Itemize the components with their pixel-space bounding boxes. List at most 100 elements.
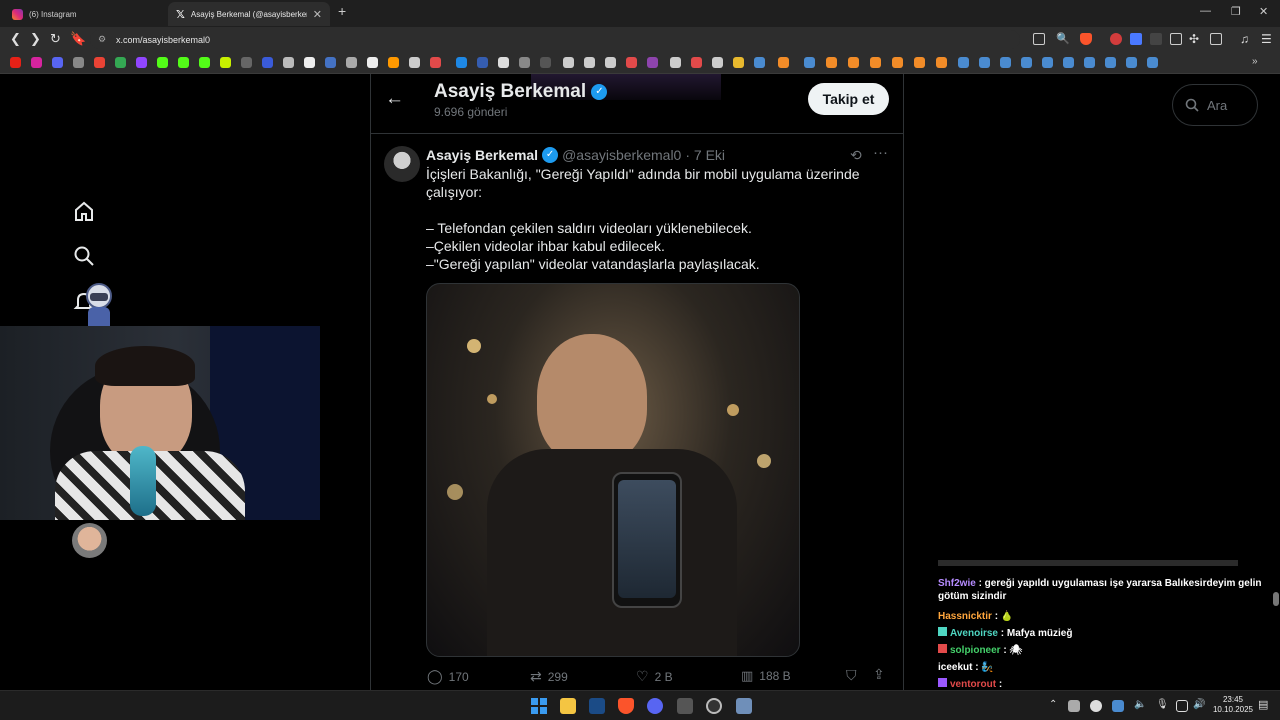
- speaker-icon[interactable]: 🔈: [1134, 699, 1146, 710]
- tweet-handle[interactable]: @asayisberkemal0: [562, 147, 681, 163]
- like-button[interactable]: ♡ 2 B: [636, 668, 673, 685]
- tray-overflow-icon[interactable]: ⌃: [1049, 699, 1057, 710]
- extensions-puzzle-icon[interactable]: ✣: [1189, 32, 1199, 46]
- tray-icon[interactable]: [1090, 700, 1102, 712]
- bookmark-icon[interactable]: [826, 57, 837, 68]
- reply-button[interactable]: ◯ 170: [427, 668, 469, 685]
- sidebar-icon[interactable]: [1210, 33, 1222, 45]
- x-bookmark-icon[interactable]: [304, 57, 315, 68]
- bookmark-icon[interactable]: [498, 57, 509, 68]
- steam-bookmark-icon[interactable]: [1084, 57, 1095, 68]
- tweet-image[interactable]: [426, 283, 800, 657]
- explore-search-icon[interactable]: [73, 245, 95, 267]
- bookmark-icon[interactable]: 🔖: [70, 32, 86, 46]
- bookmark-icon[interactable]: [477, 57, 488, 68]
- steam-bookmark-icon[interactable]: [1042, 57, 1053, 68]
- bookmark-icon[interactable]: [584, 57, 595, 68]
- brave-shield-icon[interactable]: [1080, 33, 1092, 45]
- bookmark-icon[interactable]: [283, 57, 294, 68]
- youtube-bookmark-icon[interactable]: [10, 57, 21, 68]
- network-icon[interactable]: [1176, 700, 1188, 712]
- obs-icon[interactable]: [706, 698, 722, 714]
- kick-bookmark-icon[interactable]: [199, 57, 210, 68]
- bookmark-icon[interactable]: [914, 57, 925, 68]
- brave-icon[interactable]: [618, 698, 634, 714]
- steam-tray-icon[interactable]: [1112, 700, 1124, 712]
- steam-bookmark-icon[interactable]: [754, 57, 765, 68]
- cast-icon[interactable]: [1033, 33, 1045, 45]
- home-icon[interactable]: [73, 200, 95, 222]
- more-options-icon[interactable]: ···: [873, 144, 888, 161]
- author-avatar[interactable]: [384, 146, 420, 182]
- extension-icon[interactable]: [1130, 33, 1142, 45]
- repost-button[interactable]: ⇄ 299: [530, 668, 568, 685]
- steam-bookmark-icon[interactable]: [1000, 57, 1011, 68]
- bookmark-icon[interactable]: [52, 57, 63, 68]
- extension-icon[interactable]: [1110, 33, 1122, 45]
- bookmark-icon[interactable]: [346, 57, 357, 68]
- steam-bookmark-icon[interactable]: [1126, 57, 1137, 68]
- zoom-icon[interactable]: 🔍: [1056, 32, 1070, 46]
- bookmark-icon[interactable]: [262, 57, 273, 68]
- new-tab-button[interactable]: +: [338, 3, 346, 19]
- steam-bookmark-icon[interactable]: [804, 57, 815, 68]
- twitch-bookmark-icon[interactable]: [136, 57, 147, 68]
- address-bar[interactable]: ⚙ x.com/asayisberkemal0: [90, 30, 1020, 49]
- views-button[interactable]: ▥ 188 B: [741, 668, 791, 684]
- back-arrow-icon[interactable]: ←: [385, 88, 404, 110]
- steam-bookmark-icon[interactable]: [1147, 57, 1158, 68]
- tweet-date[interactable]: · 7 Eki: [685, 147, 725, 163]
- instagram-bookmark-icon[interactable]: [31, 57, 42, 68]
- bookmark-icon[interactable]: [892, 57, 903, 68]
- gmail-bookmark-icon[interactable]: [94, 57, 105, 68]
- kick-bookmark-icon[interactable]: [178, 57, 189, 68]
- more-bookmarks-icon[interactable]: »: [1252, 56, 1258, 67]
- forward-button[interactable]: ❯: [30, 32, 41, 46]
- bookmark-icon[interactable]: [626, 57, 637, 68]
- volume-icon[interactable]: 🔊: [1193, 699, 1205, 710]
- bookmark-tweet-icon[interactable]: ⛉: [846, 667, 857, 684]
- bookmark-icon[interactable]: [605, 57, 616, 68]
- steam-icon[interactable]: [589, 698, 605, 714]
- scrollbar-thumb[interactable]: [1273, 592, 1279, 606]
- share-icon[interactable]: ⇪: [873, 666, 885, 683]
- steam-bookmark-icon[interactable]: [979, 57, 990, 68]
- close-window-button[interactable]: ✕: [1259, 5, 1268, 18]
- follow-button[interactable]: Takip et: [808, 83, 889, 115]
- bookmark-icon[interactable]: [367, 57, 378, 68]
- folder-bookmark-icon[interactable]: [733, 57, 744, 68]
- steam-bookmark-icon[interactable]: [1063, 57, 1074, 68]
- reload-button[interactable]: ↻: [50, 32, 61, 46]
- amazon-bookmark-icon[interactable]: [388, 57, 399, 68]
- file-explorer-icon[interactable]: [560, 698, 576, 714]
- bookmark-icon[interactable]: [456, 57, 467, 68]
- microphone-icon[interactable]: 🎙: [1156, 699, 1169, 710]
- bookmark-icon[interactable]: [563, 57, 574, 68]
- bookmark-icon[interactable]: [670, 57, 681, 68]
- back-button[interactable]: ❮: [10, 32, 21, 46]
- app-icon[interactable]: [736, 698, 752, 714]
- maximize-button[interactable]: ❐: [1231, 5, 1241, 18]
- bookmark-icon[interactable]: [691, 57, 702, 68]
- minimize-button[interactable]: —: [1200, 5, 1211, 17]
- drive-bookmark-icon[interactable]: [115, 57, 126, 68]
- search-input[interactable]: Ara: [1172, 84, 1258, 126]
- clock[interactable]: 23:45 10.10.2025: [1210, 695, 1256, 715]
- bookmark-icon[interactable]: [778, 57, 789, 68]
- extension-icon[interactable]: [1150, 33, 1162, 45]
- app-icon[interactable]: [677, 698, 693, 714]
- bookmark-icon[interactable]: [936, 57, 947, 68]
- menu-icon[interactable]: ☰: [1261, 32, 1272, 46]
- steam-bookmark-icon[interactable]: [1021, 57, 1032, 68]
- steam-bookmark-icon[interactable]: [958, 57, 969, 68]
- media-icon[interactable]: ♫: [1240, 32, 1249, 46]
- tray-icon[interactable]: [1068, 700, 1080, 712]
- bookmark-icon[interactable]: [430, 57, 441, 68]
- kick-bookmark-icon[interactable]: [157, 57, 168, 68]
- bookmark-icon[interactable]: [870, 57, 881, 68]
- bookmark-icon[interactable]: [519, 57, 530, 68]
- bookmark-icon[interactable]: [540, 57, 551, 68]
- tab-instagram[interactable]: (6) Instagram: [4, 2, 169, 26]
- extension-icon[interactable]: [1170, 33, 1182, 45]
- notification-center-icon[interactable]: ▤: [1258, 698, 1268, 711]
